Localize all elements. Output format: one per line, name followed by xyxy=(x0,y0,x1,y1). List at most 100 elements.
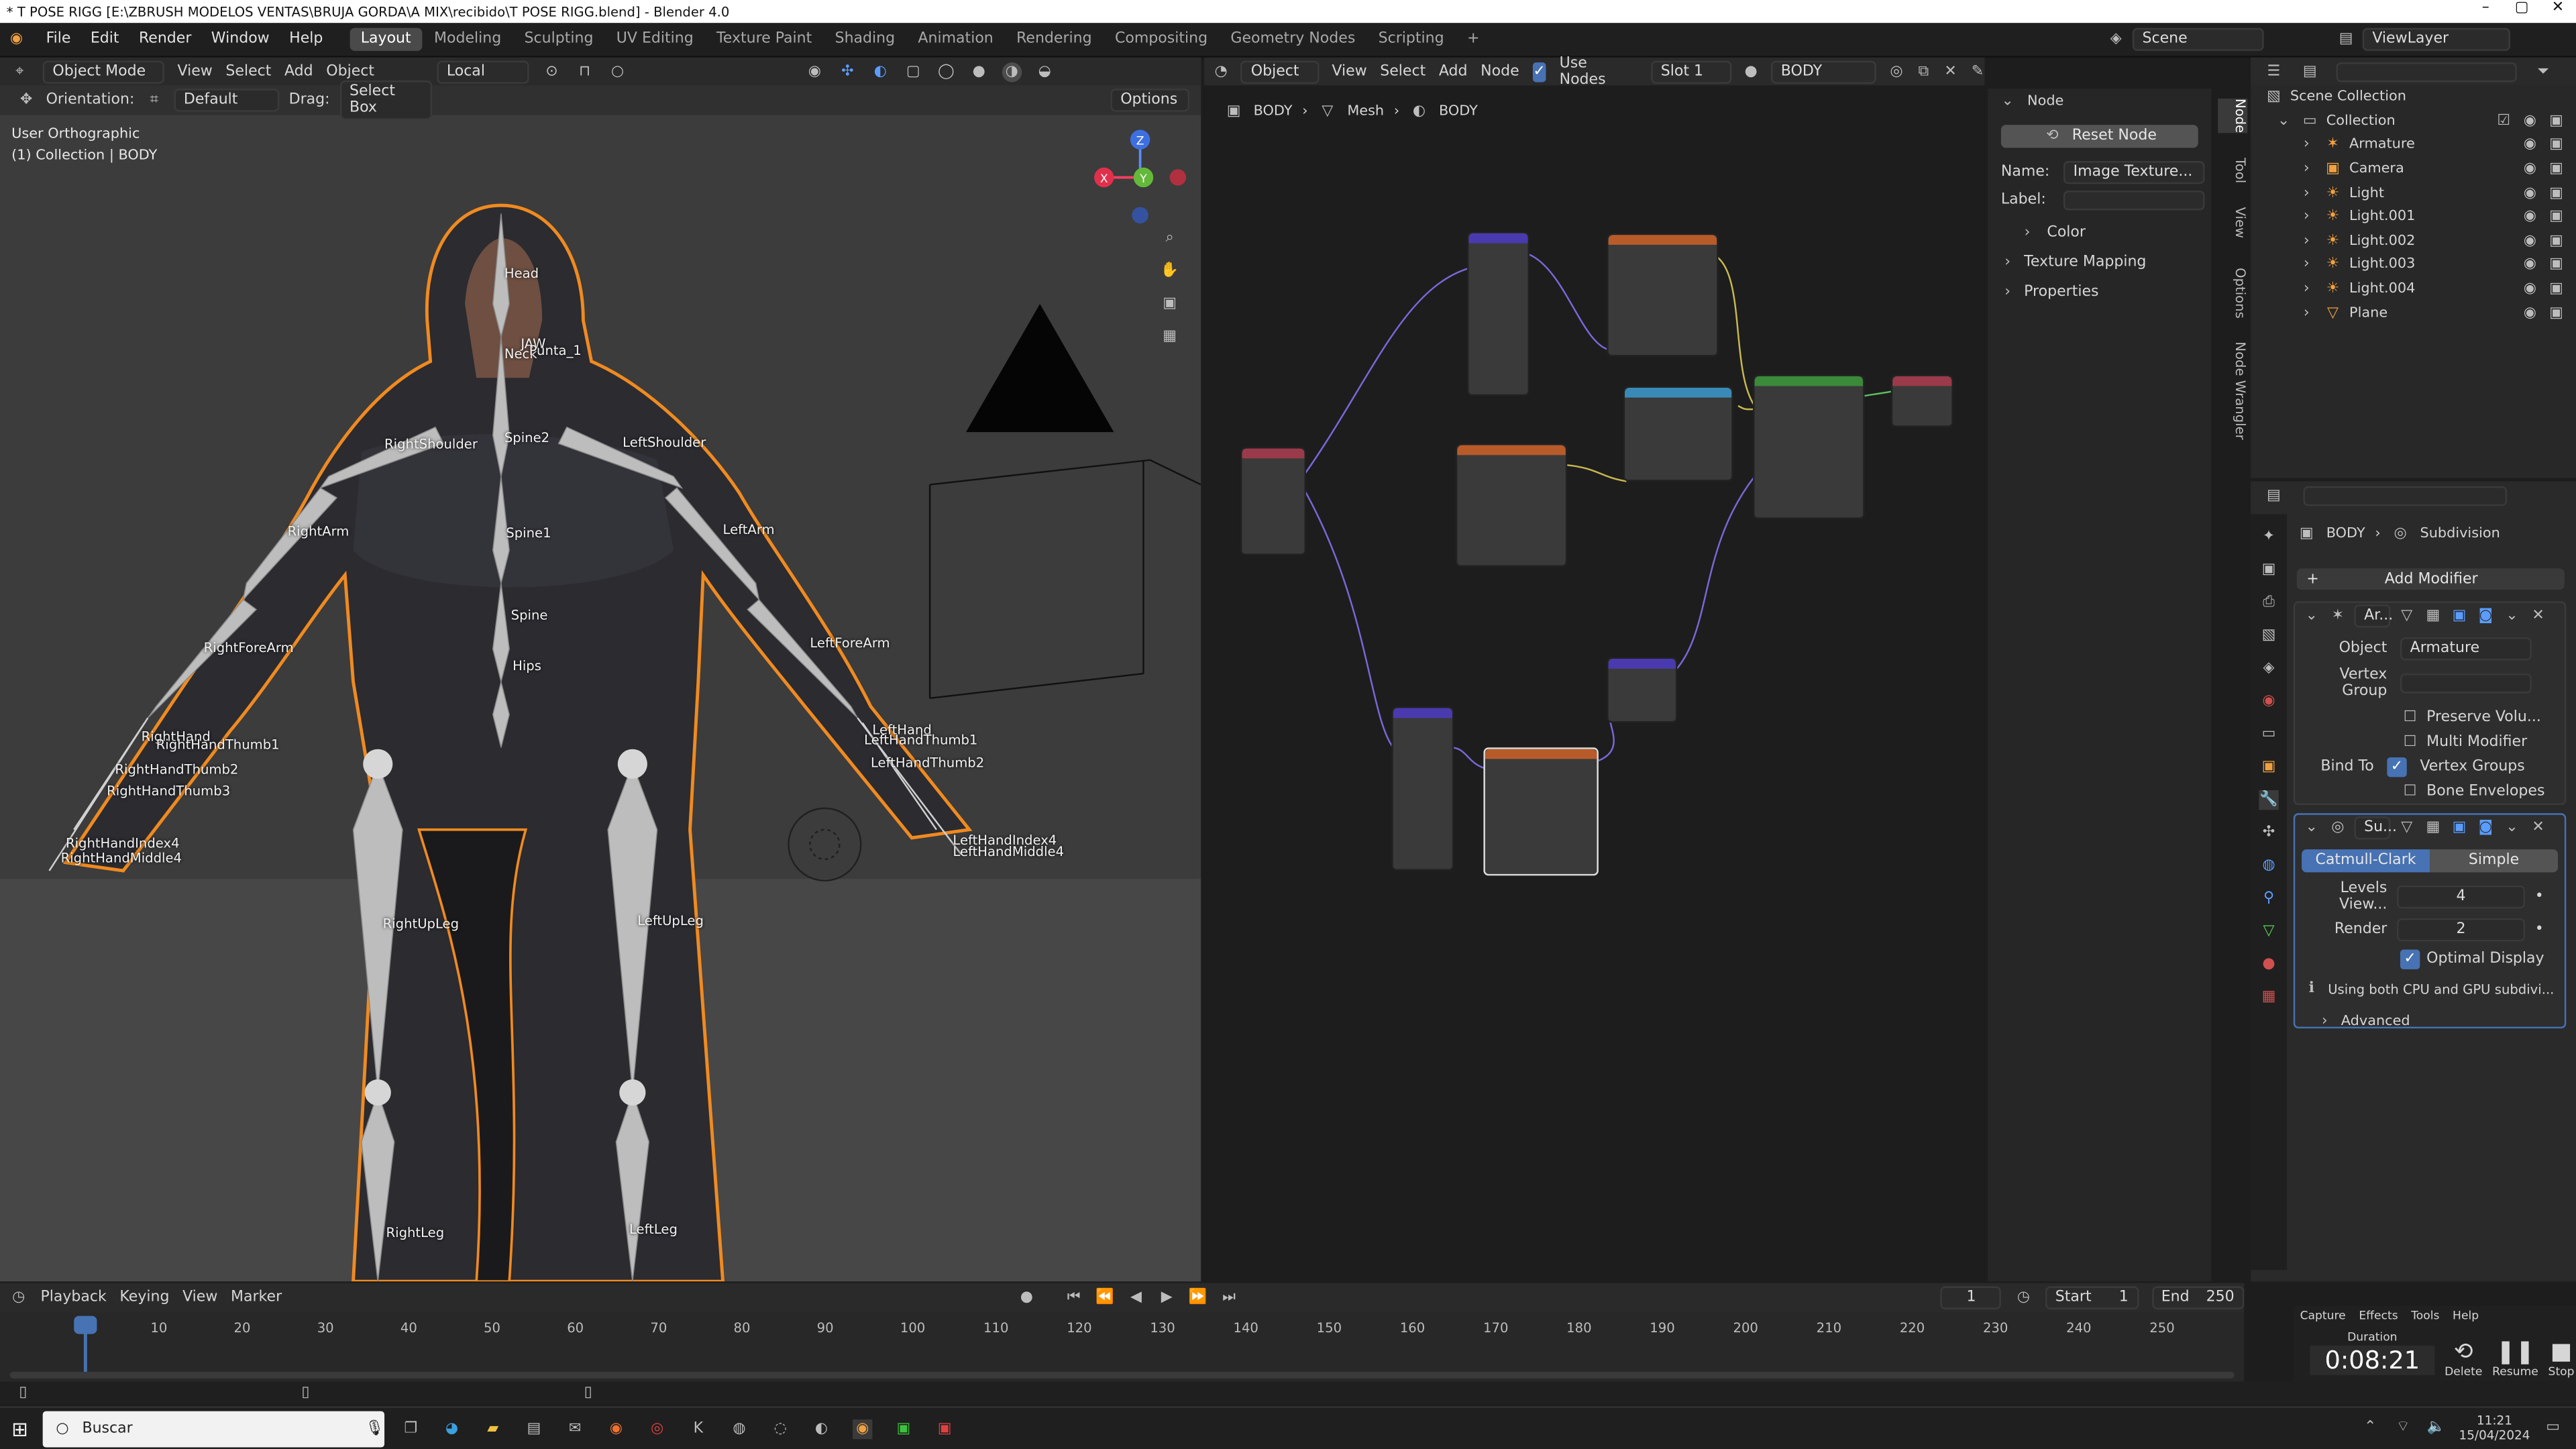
edit-mode-toggle-icon[interactable]: ▽ xyxy=(2397,605,2416,625)
blender-logo-icon[interactable]: ◉ xyxy=(7,30,26,49)
view-layer-tab-icon[interactable]: ▧ xyxy=(2259,626,2278,645)
cage-toggle-icon[interactable]: ▦ xyxy=(2423,817,2443,837)
armature-modifier-name[interactable]: Ar... xyxy=(2354,604,2393,627)
edge-icon[interactable]: ◕ xyxy=(442,1419,462,1438)
timeline-type-icon[interactable]: ◷ xyxy=(10,1288,28,1307)
sidetab-tool[interactable]: Tool xyxy=(2218,158,2247,183)
navigation-gizmo[interactable]: Z X Y xyxy=(1087,123,1193,229)
tool-tab-icon[interactable]: ✦ xyxy=(2259,527,2278,547)
panel-collapse-icon[interactable]: ⌄ xyxy=(1998,92,2017,111)
filter-icon[interactable]: ⏷ xyxy=(2533,62,2553,81)
stop-capture-button[interactable]: ■ Stop xyxy=(2548,1339,2575,1379)
properties-search[interactable] xyxy=(2303,485,2508,506)
network-icon[interactable]: ⌔ xyxy=(2394,1417,2413,1437)
timeline-menu-keying[interactable]: Keying xyxy=(119,1289,169,1305)
node-mapping-2[interactable] xyxy=(1391,706,1454,871)
realtime-toggle-icon[interactable]: ▣ xyxy=(2449,817,2469,837)
display-mode-icon[interactable]: ▤ xyxy=(2300,62,2320,81)
optimal-display-checkbox[interactable]: ✓ xyxy=(2400,949,2420,969)
windows-start-icon[interactable]: ⊞ xyxy=(10,1419,30,1438)
outliner-item[interactable]: › ☀ Light ◉ ▣ xyxy=(2251,181,2576,205)
jump-keyframe-forward-icon[interactable]: ⏩ xyxy=(1189,1288,1207,1307)
subdivision-modifier-name[interactable]: Su... xyxy=(2354,815,2397,839)
render-camera-icon[interactable]: ▣ xyxy=(2546,256,2566,275)
visibility-eye-icon[interactable]: ◉ xyxy=(2520,207,2540,227)
collapse-icon[interactable]: ⌄ xyxy=(2302,605,2321,625)
ortho-grid-icon[interactable]: ▦ xyxy=(1160,327,1179,346)
playhead[interactable] xyxy=(74,1316,97,1334)
node-mapping-1[interactable] xyxy=(1466,231,1530,396)
particles-tab-icon[interactable]: ✣ xyxy=(2259,823,2278,843)
advanced-expand-icon[interactable]: › xyxy=(2315,1012,2334,1032)
physics-tab-icon[interactable]: ◍ xyxy=(2259,856,2278,875)
resume-capture-button[interactable]: ❚❚ Resume xyxy=(2492,1339,2538,1379)
render-camera-icon[interactable]: ▣ xyxy=(2546,231,2566,251)
properties-section[interactable]: Properties xyxy=(2024,284,2098,301)
remove-modifier-icon[interactable]: ✕ xyxy=(2528,817,2548,837)
capture-menu-capture[interactable]: Capture xyxy=(2300,1309,2346,1323)
notifications-icon[interactable]: ▭ xyxy=(2543,1417,2563,1437)
render-camera-icon[interactable]: ▣ xyxy=(2546,303,2566,323)
render-camera-icon[interactable]: ▣ xyxy=(2546,136,2566,155)
current-frame-field[interactable]: 1 xyxy=(1941,1286,2002,1309)
outliner-search[interactable] xyxy=(2336,61,2517,82)
capture-menu-tools[interactable]: Tools xyxy=(2411,1309,2439,1323)
edit-mode-toggle-icon[interactable]: ▽ xyxy=(2397,817,2416,837)
store-icon[interactable]: ▤ xyxy=(524,1419,543,1438)
render-toggle-icon[interactable]: ◙ xyxy=(2476,605,2496,625)
object-tab-icon[interactable]: ▣ xyxy=(2259,757,2278,777)
timeline-menu-view[interactable]: View xyxy=(182,1289,217,1305)
expand-icon[interactable]: › xyxy=(2297,279,2316,299)
viewlayer-icon[interactable]: ▤ xyxy=(2336,30,2355,49)
node-color-ramp[interactable] xyxy=(1623,386,1733,482)
shader-node-editor[interactable]: ◔ Object View Select Add Node ✓ Use Node… xyxy=(1204,55,1985,1282)
scene-field[interactable]: Scene xyxy=(2132,28,2264,51)
3d-viewport[interactable]: ⌖ Object Mode View Select Add Object Loc… xyxy=(0,57,1201,1282)
output-tab-icon[interactable]: ⎙ xyxy=(2259,593,2278,612)
play-icon[interactable]: ▶ xyxy=(1158,1288,1175,1307)
world-tab-icon[interactable]: ◉ xyxy=(2259,692,2278,711)
taskbar-search[interactable]: ○ Buscar 🎙 xyxy=(42,1410,385,1447)
tab-sculpting[interactable]: Sculpting xyxy=(513,28,604,51)
delete-capture-button[interactable]: ⟲ Delete xyxy=(2445,1339,2482,1379)
simple-button[interactable]: Simple xyxy=(2430,849,2559,873)
scene-icon[interactable]: ◈ xyxy=(2106,30,2126,49)
outliner-item[interactable]: › ✶ Armature ◉ ▣ xyxy=(2251,133,2576,158)
render-camera-icon[interactable]: ▣ xyxy=(2546,160,2566,179)
tab-scripting[interactable]: Scripting xyxy=(1366,28,1455,51)
armature-bones[interactable] xyxy=(0,58,1201,1282)
app-icon-chat[interactable]: ◌ xyxy=(771,1419,790,1438)
node-texture-coordinate[interactable] xyxy=(1240,447,1306,555)
vertex-groups-checkbox[interactable]: ✓ xyxy=(2387,757,2407,777)
sidetab-node[interactable]: Node xyxy=(2218,98,2248,133)
node-panel-header[interactable]: Node xyxy=(2027,94,2063,110)
armature-object-field[interactable]: Armature xyxy=(2400,637,2532,661)
mail-icon[interactable]: ✉ xyxy=(565,1419,584,1438)
expand-icon[interactable]: › xyxy=(2297,207,2316,227)
timeline-scrollbar[interactable] xyxy=(9,1371,2235,1379)
render-camera-icon[interactable]: ▣ xyxy=(2546,111,2566,131)
node-image-texture-normal[interactable] xyxy=(1483,747,1599,876)
file-explorer-icon[interactable]: ▰ xyxy=(483,1419,502,1438)
texture-tab-icon[interactable]: ▦ xyxy=(2259,987,2278,1007)
camera-view-icon[interactable]: ▣ xyxy=(1160,294,1179,313)
visibility-eye-icon[interactable]: ◉ xyxy=(2520,256,2540,275)
outliner-item[interactable]: › ☀ Light.001 ◉ ▣ xyxy=(2251,205,2576,229)
catmull-clark-button[interactable]: Catmull-Clark xyxy=(2302,849,2430,873)
blender-taskbar-icon[interactable]: ◉ xyxy=(853,1418,873,1439)
menu-file[interactable]: File xyxy=(36,32,80,48)
maximize-button[interactable]: ▢ xyxy=(2504,0,2540,16)
modifier-menu-icon[interactable]: ⌄ xyxy=(2502,605,2522,625)
task-view-icon[interactable]: ❐ xyxy=(401,1419,421,1438)
tab-modeling[interactable]: Modeling xyxy=(423,28,513,51)
microphone-icon[interactable]: 🎙 xyxy=(365,1419,384,1438)
visibility-eye-icon[interactable]: ◉ xyxy=(2520,160,2540,179)
modifier-tab-icon[interactable]: 🔧 xyxy=(2259,790,2279,810)
start-frame-field[interactable]: Start 1 xyxy=(2045,1286,2139,1309)
scene-collection-row[interactable]: ▧ Scene Collection xyxy=(2251,85,2576,109)
timeline-menu-marker[interactable]: Marker xyxy=(231,1289,282,1305)
preserve-volume-checkbox[interactable]: ☐ xyxy=(2400,708,2420,728)
menu-render[interactable]: Render xyxy=(129,32,201,48)
tab-uv-editing[interactable]: UV Editing xyxy=(605,28,705,51)
obs-icon[interactable]: ◍ xyxy=(729,1419,749,1438)
